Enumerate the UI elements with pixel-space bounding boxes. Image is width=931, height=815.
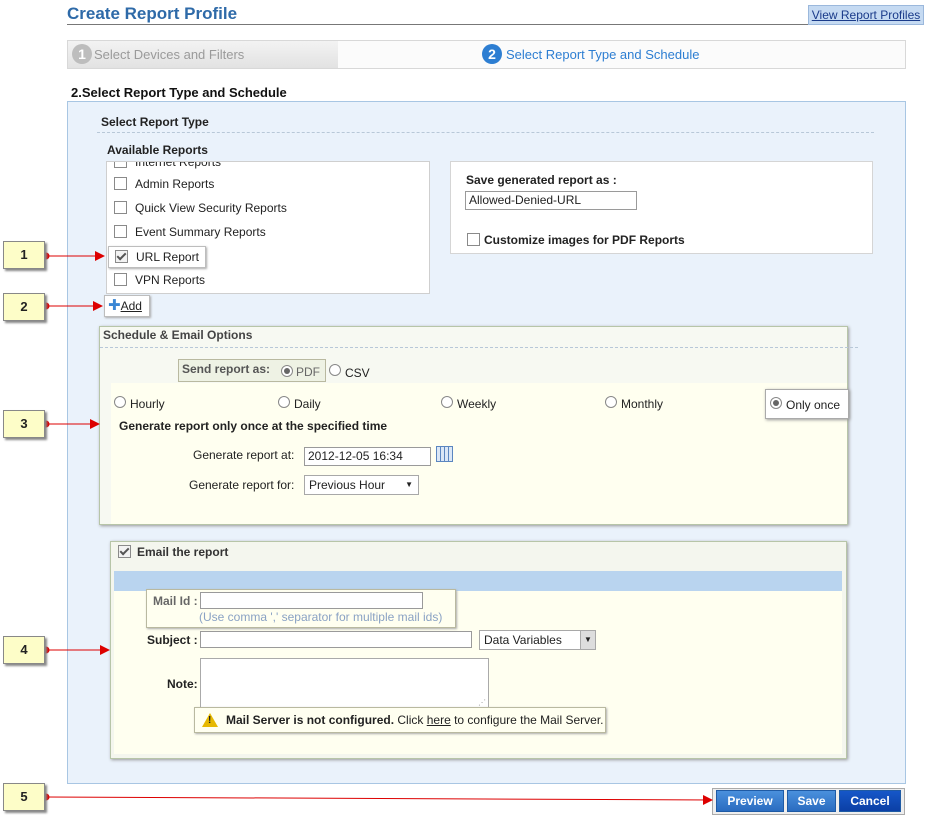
callout-arrows bbox=[42, 251, 713, 805]
callout-5-arrow bbox=[45, 794, 713, 805]
callout-3: 3 bbox=[3, 410, 45, 438]
callout-1: 1 bbox=[3, 241, 45, 269]
callout-4: 4 bbox=[3, 636, 45, 664]
callout-5: 5 bbox=[3, 783, 45, 811]
callout-2: 2 bbox=[3, 293, 45, 321]
